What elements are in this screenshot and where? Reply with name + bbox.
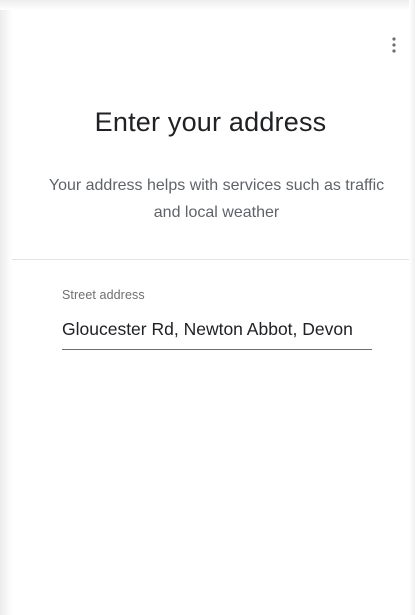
more-vert-icon [392, 37, 396, 53]
right-edge-shadow [409, 0, 415, 615]
page-title: Enter your address [94, 107, 327, 137]
street-address-label: Street address [62, 288, 145, 302]
street-address-field: Street address [62, 288, 372, 350]
left-edge-shadow [0, 0, 12, 615]
page-subtitle: Your address helps with services such as… [48, 177, 385, 221]
setup-screen: Enter your address Your address helps wi… [0, 0, 415, 615]
overflow-menu-button[interactable] [385, 34, 403, 56]
section-divider [12, 259, 409, 260]
top-edge-shadow [0, 0, 415, 10]
street-address-input[interactable] [62, 319, 372, 350]
